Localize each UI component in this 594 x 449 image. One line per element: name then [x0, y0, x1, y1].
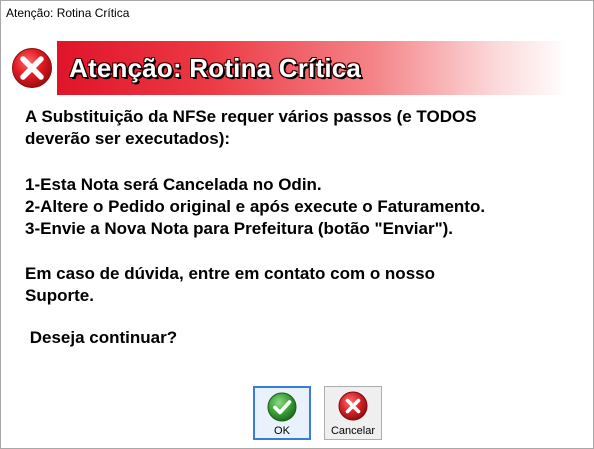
checkmark-icon [267, 392, 297, 422]
dialog-window: Atenção: Rotina Crítica Atenção: Rotina … [0, 0, 594, 449]
cancel-x-icon [338, 391, 368, 421]
message-step2: 2-Altere o Pedido original e após execut… [25, 197, 486, 216]
banner-title: Atenção: Rotina Crítica [69, 53, 362, 83]
ok-button-label: OK [274, 425, 290, 437]
ok-button[interactable]: OK [253, 386, 311, 440]
message-intro-line2: deverão ser executados): [25, 129, 231, 148]
window-title: Atenção: Rotina Crítica [6, 6, 130, 20]
message-help-line2: Suporte. [25, 286, 94, 305]
message-intro-line1: A Substituição da NFSe requer vários pas… [25, 107, 477, 126]
error-x-icon [10, 46, 54, 90]
cancel-button-label: Cancelar [330, 425, 376, 437]
message-step1: 1-Esta Nota será Cancelada no Odin. [25, 175, 322, 194]
message-question: Deseja continuar? [25, 328, 178, 347]
title-bar: Atenção: Rotina Crítica [1, 1, 593, 25]
cancel-button[interactable]: Cancelar [324, 386, 382, 440]
message-help-line1: Em caso de dúvida, entre em contato com … [25, 264, 435, 283]
message-step3: 3-Envie a Nova Nota para Prefeitura (bot… [25, 219, 454, 238]
